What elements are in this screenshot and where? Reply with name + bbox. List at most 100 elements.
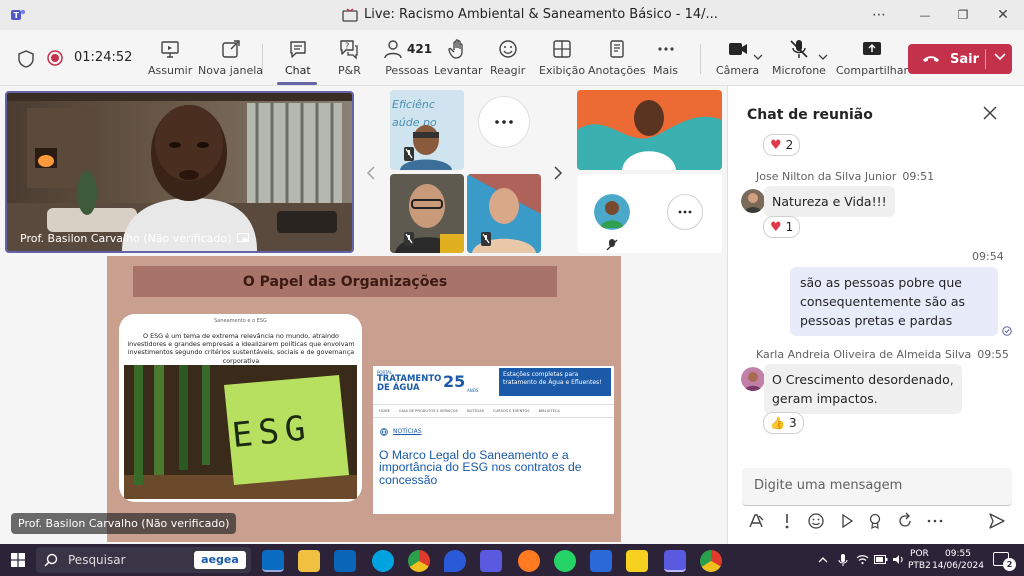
- volume-icon[interactable]: [892, 554, 905, 565]
- sticky-notes-icon[interactable]: [626, 550, 648, 572]
- share-button[interactable]: Compartilhar: [836, 38, 908, 77]
- more-icon: [657, 47, 674, 51]
- file-explorer-icon[interactable]: [298, 550, 320, 572]
- notification-center[interactable]: 2: [993, 552, 1016, 571]
- praise-icon[interactable]: [866, 512, 884, 530]
- view-button[interactable]: Exibição: [539, 38, 585, 77]
- pop-out-icon: [221, 40, 240, 58]
- security-app-icon[interactable]: [590, 550, 612, 572]
- chrome-icon[interactable]: [408, 550, 430, 572]
- sender-avatar: [741, 367, 765, 391]
- outlook-icon[interactable]: [334, 550, 356, 572]
- my-chat-message: são as pessoas pobre que consequentement…: [790, 267, 998, 336]
- close-chat-icon[interactable]: [983, 106, 997, 120]
- wifi-icon[interactable]: [856, 554, 869, 565]
- gif-icon[interactable]: [838, 512, 856, 530]
- raise-hand-icon: [448, 39, 463, 59]
- participant-tile[interactable]: Eficiênc aúde po: [390, 90, 464, 170]
- portal-brand: PORTAL TRATAMENTO DE ÁGUA 25 ANOS: [377, 370, 485, 400]
- screen-share-presenter-tag: Prof. Basilon Carvalho (Não verificado): [11, 513, 237, 534]
- gallery-next-chevron-icon[interactable]: [553, 166, 563, 180]
- close-window-button[interactable]: ✕: [988, 5, 1018, 25]
- article-headline: O Marco Legal do Saneamento e a importân…: [379, 448, 582, 487]
- reaction-pill[interactable]: ♥ 2: [763, 134, 801, 156]
- teams-taskbar-icon[interactable]: [480, 550, 502, 572]
- camera-options-chevron-icon[interactable]: [753, 54, 763, 60]
- chrome-profile-icon[interactable]: [700, 550, 722, 572]
- people-icon-wrap: 421: [382, 38, 432, 60]
- clock[interactable]: 09:55 14/06/2024: [932, 548, 984, 572]
- react-button[interactable]: Reagir: [490, 38, 525, 77]
- new-window-button[interactable]: Nova janela: [198, 38, 263, 77]
- search-icon: [44, 553, 58, 567]
- notes-label: Anotações: [588, 64, 646, 77]
- teams-active-icon[interactable]: [664, 550, 686, 572]
- portal-years: 25: [443, 372, 466, 391]
- view-icon: [553, 40, 571, 58]
- dropbox-icon[interactable]: [444, 550, 466, 572]
- raise-hand-button[interactable]: Levantar: [434, 38, 483, 77]
- minimize-button[interactable]: —: [910, 5, 940, 25]
- react-label: Reagir: [490, 64, 526, 77]
- qa-button[interactable]: ? P&R: [338, 38, 361, 77]
- chat-message: Natureza e Vida!!!: [764, 186, 895, 217]
- article-section: NOTÍCIAS: [393, 428, 422, 435]
- portal-nav: HOME GUIA DE PRODUTOS E SERVIÇOS NOTÍCIA…: [373, 404, 614, 418]
- priority-icon[interactable]: [778, 512, 796, 530]
- taskbar-search[interactable]: Pesquisar aegea: [36, 547, 251, 573]
- more-button[interactable]: Mais: [653, 38, 678, 77]
- whatsapp-icon[interactable]: [554, 550, 576, 572]
- window-more-button[interactable]: ⋯: [864, 5, 894, 25]
- send-icon[interactable]: [988, 512, 1006, 530]
- present-icon: [161, 41, 179, 58]
- reaction-pill[interactable]: 👍 3: [763, 412, 804, 434]
- emoji-icon[interactable]: [807, 512, 825, 530]
- microphone-options-chevron-icon[interactable]: [818, 54, 828, 60]
- active-tab-indicator: [277, 82, 317, 85]
- slide-title: O Papel das Organizações: [242, 273, 448, 290]
- more-horizontal-icon: [495, 120, 513, 124]
- leave-button[interactable]: Sair: [908, 44, 1012, 74]
- tray-overflow-chevron-icon[interactable]: [818, 556, 828, 563]
- more-participants-button[interactable]: [478, 96, 530, 148]
- more-options-icon[interactable]: [926, 512, 944, 530]
- main-speaker-video[interactable]: Prof. Basilon Carvalho (Não verificado): [5, 91, 354, 253]
- participant-more-button[interactable]: [667, 194, 703, 230]
- message-time: 09:54: [972, 250, 1004, 263]
- skype-icon[interactable]: [372, 550, 394, 572]
- camera-label: Câmera: [716, 64, 760, 77]
- take-control-button[interactable]: Assumir: [148, 38, 192, 77]
- windows-start-icon[interactable]: [11, 553, 25, 567]
- meeting-stage: Prof. Basilon Carvalho (Não verificado) …: [0, 86, 726, 544]
- participant-tile[interactable]: [467, 174, 541, 253]
- chat-button[interactable]: Chat: [285, 38, 311, 77]
- message-compose-input[interactable]: Digite uma mensagem: [742, 468, 1012, 506]
- edge-app-icon[interactable]: [262, 550, 284, 572]
- title-bar: T Live: Racismo Ambiental & Saneamento B…: [0, 0, 1024, 30]
- notes-button[interactable]: Anotações: [588, 38, 646, 77]
- notification-count: 2: [1003, 558, 1016, 571]
- language-indicator[interactable]: POR PTB2: [908, 548, 931, 572]
- reaction-pill[interactable]: ♥ 1: [763, 216, 801, 238]
- tray-mic-icon[interactable]: [838, 553, 848, 567]
- portal-nav-item: BIBLIOTECA: [538, 409, 560, 413]
- article-card: PORTAL TRATAMENTO DE ÁGUA 25 ANOS Estaçõ…: [373, 366, 614, 514]
- share-icon: [863, 42, 882, 55]
- participant-video-image: [400, 125, 452, 170]
- participant-tile[interactable]: [390, 174, 464, 253]
- teams-logo-icon: T: [11, 9, 26, 20]
- chat-panel: Chat de reunião ♥ 2 Jose Nilton da Silva…: [727, 86, 1024, 544]
- format-icon[interactable]: [747, 512, 765, 530]
- participant-tile[interactable]: [577, 90, 722, 170]
- shield-icon[interactable]: [18, 50, 34, 68]
- leave-options-chevron-icon[interactable]: [994, 53, 1006, 61]
- language-code: POR: [910, 549, 929, 559]
- participant-tile[interactable]: [577, 174, 722, 253]
- restore-button[interactable]: ❐: [948, 5, 978, 25]
- people-button[interactable]: 421 Pessoas: [382, 38, 432, 77]
- meeting-timer: 01:24:52: [74, 50, 133, 65]
- battery-icon[interactable]: [874, 555, 888, 564]
- loop-icon[interactable]: [896, 512, 914, 530]
- firefox-icon[interactable]: [518, 550, 540, 572]
- gallery-prev-chevron-icon[interactable]: [366, 166, 376, 180]
